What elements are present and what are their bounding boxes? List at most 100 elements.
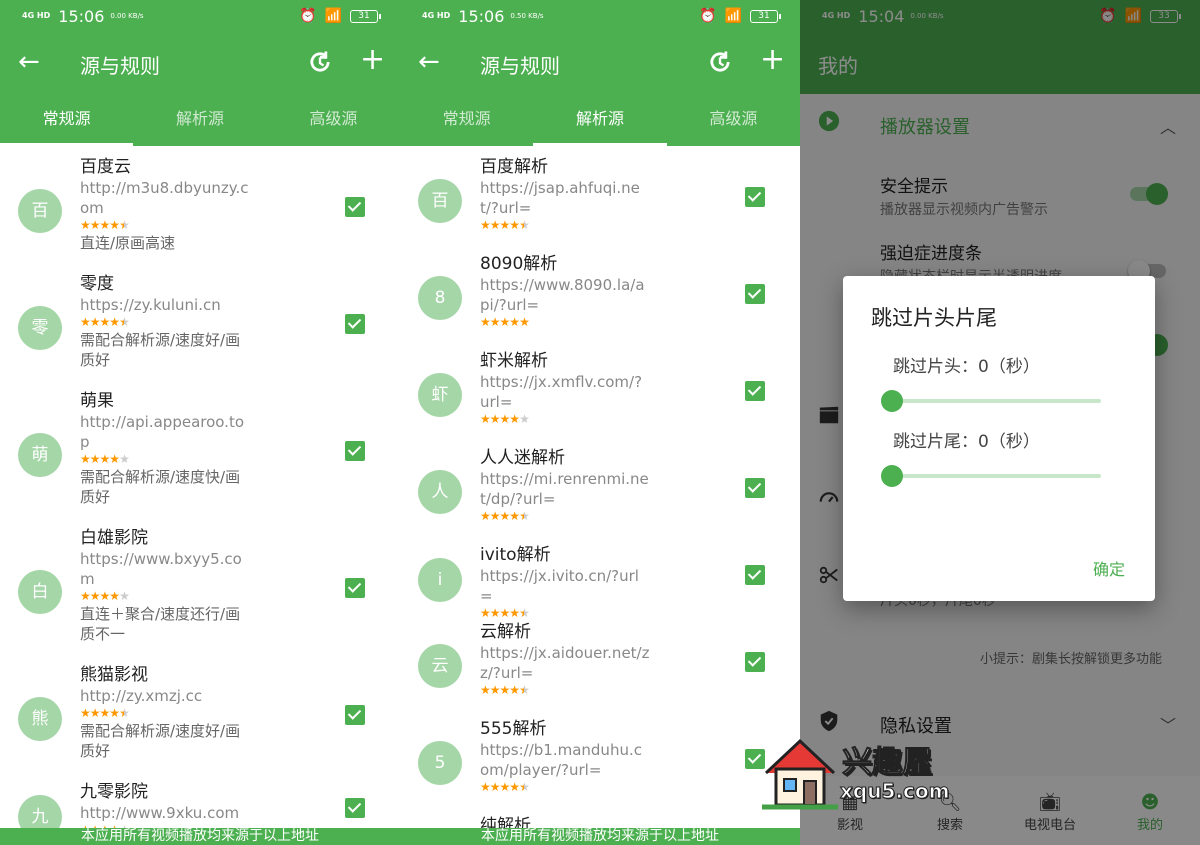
enabled-checkbox[interactable] <box>345 798 365 818</box>
list-item[interactable]: 5 555解析 https://b1.manduhu.com/player/?url… <box>400 718 800 815</box>
enabled-checkbox[interactable] <box>745 651 765 672</box>
star-icon: ★ <box>489 315 501 329</box>
add-icon[interactable]: + <box>360 44 385 76</box>
star-icon: ★ <box>499 315 511 329</box>
avatar: i <box>418 558 462 602</box>
star-icon: ★ <box>509 606 520 620</box>
source-name: 8090解析 <box>480 254 558 274</box>
source-url: https://jx.ivito.cn/?url= <box>480 567 639 605</box>
star-icon: ★ <box>480 780 491 794</box>
list-item[interactable]: 虾虾米解析 https://jx.xmflv.com/?url= ★★★★★ <box>400 350 800 447</box>
source-url: https://jsap.ahfuqi.net/?url= <box>480 179 640 217</box>
source-description: 需配合解析源/速度快/画质好 <box>80 468 241 506</box>
alarm-icon: ⏰ <box>699 8 717 24</box>
enabled-checkbox[interactable] <box>745 283 765 304</box>
enabled-checkbox[interactable] <box>345 196 365 217</box>
list-item[interactable]: 人人人迷解析 https://mi.renrenmi.net/dp/?url= ★★… <box>400 447 800 544</box>
tab-advanced-sources[interactable]: 高级源 <box>267 94 400 146</box>
tab-regular-sources[interactable]: 常规源 <box>0 94 134 146</box>
avatar: 虾 <box>418 372 462 417</box>
list-item[interactable]: 萌萌果 http://api.appearoo.top ★★★★★ 需配合解析源/速度… <box>0 390 400 527</box>
enabled-checkbox[interactable] <box>345 440 365 461</box>
star-icon: ★ <box>109 218 120 232</box>
signal-icon: 4G HD <box>422 11 451 20</box>
rating-stars: ★★★★★ <box>480 315 650 330</box>
star-icon: ★ <box>509 780 520 794</box>
confirm-button[interactable]: 确定 <box>1093 556 1125 580</box>
parse-source-list[interactable]: 百百度解析 https://jsap.ahfuqi.net/?url= ★★★★★ 8… <box>400 146 800 828</box>
star-icon: ★ <box>109 315 120 329</box>
app-bar: ← 源与规则 + <box>0 32 400 94</box>
source-name: 人人迷解析 <box>480 448 565 468</box>
star-icon: ★ <box>99 706 111 720</box>
source-list[interactable]: 百百度云 http://m3u8.dbyunzy.com ★★★★★ 直连/原画高速零… <box>0 146 400 828</box>
source-description: 需配合解析源/速度好/画质好 <box>80 331 241 369</box>
network-speed: 0.50 KB/s <box>510 12 544 20</box>
star-icon: ★ <box>89 706 101 720</box>
rating-stars: ★★★★★ <box>80 706 250 721</box>
refresh-icon[interactable] <box>306 48 334 76</box>
star-icon: ★ <box>119 452 130 466</box>
star-icon: ★ <box>480 683 491 697</box>
enabled-checkbox[interactable] <box>745 564 765 585</box>
rating-stars: ★★★★★ <box>80 589 250 604</box>
list-item[interactable]: 零零度 https://zy.kuluni.cn ★★★★★ 需配合解析源/速度好/画… <box>0 273 400 390</box>
star-icon: ★ <box>480 509 491 523</box>
star-icon: ★ <box>80 452 91 466</box>
star-icon: ★ <box>489 683 501 697</box>
star-icon: ★ <box>509 315 520 329</box>
list-item[interactable]: i ivito解析 https://jx.ivito.cn/?url= ★★★★★ <box>400 544 800 621</box>
dialog-title: 跳过片头片尾 <box>871 306 997 330</box>
star-icon: ★ <box>489 780 501 794</box>
phone-screen-parse-sources: 4G HD 15:06 0.50 KB/s ⏰ 📶 31 ← 源与规则 + 常规… <box>400 0 800 845</box>
tab-parse-sources[interactable]: 解析源 <box>533 94 667 146</box>
skip-head-slider[interactable] <box>881 390 1101 412</box>
back-arrow-icon[interactable]: ← <box>418 48 446 76</box>
list-item[interactable]: 百百度云 http://m3u8.dbyunzy.com ★★★★★ 直连/原画高速 <box>0 156 400 273</box>
footer-notice: 本应用所有视频播放均来源于以上地址 <box>400 828 800 845</box>
source-name: 熊猫影视 <box>80 665 148 685</box>
list-item[interactable]: 百百度解析 https://jsap.ahfuqi.net/?url= ★★★★★ <box>400 156 800 253</box>
list-item[interactable]: 8 8090解析 https://www.8090.la/api/?url= ★★★★… <box>400 253 800 350</box>
enabled-checkbox[interactable] <box>745 186 765 207</box>
skip-head-label: 跳过片头：0（秒） <box>893 357 1040 377</box>
enabled-checkbox[interactable] <box>745 380 765 401</box>
star-icon: ★ <box>99 315 111 329</box>
tab-parse-sources[interactable]: 解析源 <box>133 94 266 146</box>
star-icon: ★ <box>80 589 91 603</box>
list-item[interactable]: 纯纯解析 <box>400 815 800 828</box>
tab-advanced-sources[interactable]: 高级源 <box>667 94 800 146</box>
list-item[interactable]: 熊熊猫影视 http://zy.xmzj.cc ★★★★★ 需配合解析源/速度好/画质… <box>0 664 400 781</box>
star-icon: ★ <box>89 589 101 603</box>
slider-thumb[interactable] <box>881 390 903 412</box>
avatar: 百 <box>418 178 462 223</box>
status-bar: 4G HD 15:06 0.50 KB/s ⏰ 📶 31 <box>400 0 800 32</box>
list-item[interactable]: 云云解析 https://jx.aidouer.net/zz/?url= ★★★★★ <box>400 621 800 718</box>
footer-notice: 本应用所有视频播放均来源于以上地址 <box>0 828 400 845</box>
source-url: http://m3u8.dbyunzy.com <box>80 179 249 217</box>
source-url: https://jx.xmflv.com/?url= <box>480 373 643 411</box>
source-name: 零度 <box>80 274 114 294</box>
skip-tail-slider[interactable] <box>881 465 1101 487</box>
star-icon: ★ <box>480 606 491 620</box>
star-icon: ★ <box>480 218 491 232</box>
enabled-checkbox[interactable] <box>745 477 765 498</box>
star-icon: ★ <box>89 218 101 232</box>
back-arrow-icon[interactable]: ← <box>18 48 46 76</box>
star-icon: ★ <box>119 315 130 329</box>
enabled-checkbox[interactable] <box>345 313 365 334</box>
tab-regular-sources[interactable]: 常规源 <box>400 94 533 146</box>
slider-thumb[interactable] <box>881 465 903 487</box>
enabled-checkbox[interactable] <box>345 577 365 598</box>
list-item[interactable]: 九九零影院http://www.9xku.com★★★★★ <box>0 781 400 828</box>
rating-stars: ★★★★★ <box>480 218 650 233</box>
refresh-icon[interactable] <box>706 48 734 76</box>
list-item[interactable]: 白白雄影院 https://www.bxyy5.com ★★★★★ 直连＋聚合/速度还… <box>0 527 400 664</box>
enabled-checkbox[interactable] <box>345 704 365 725</box>
star-icon: ★ <box>119 706 130 720</box>
add-icon[interactable]: + <box>760 44 785 76</box>
phone-screen-my-settings: 4G HD 15:04 0.00 KB/s ⏰ 📶 33 我的 播放器设置 ︿ … <box>800 0 1200 845</box>
phone-screen-regular-sources: 4G HD 15:06 0.00 KB/s ⏰ 📶 31 ← 源与规则 + 常规… <box>0 0 400 845</box>
star-icon: ★ <box>89 315 101 329</box>
source-url: https://www.bxyy5.com <box>80 550 242 588</box>
